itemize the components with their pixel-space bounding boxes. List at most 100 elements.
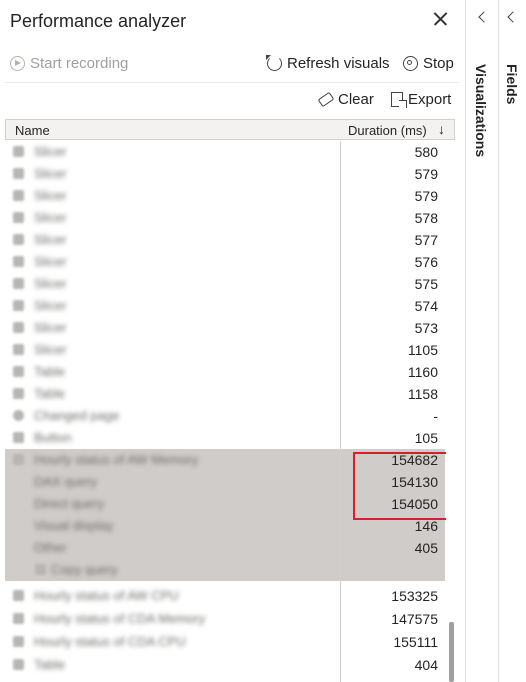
row-duration: 1160 [407,364,438,380]
table-row[interactable]: Slicer 1105 [5,339,445,361]
export-icon [391,92,407,108]
row-name: Slicer [34,166,67,181]
row-duration: 147575 [391,611,438,627]
table-row-selected[interactable]: Other 405 [5,537,445,559]
refresh-icon [266,55,282,71]
row-duration: 153325 [391,588,438,604]
copy-query-link[interactable]: Copy query [51,562,117,577]
refresh-visuals-button[interactable]: Refresh visuals [266,55,390,72]
table-row[interactable]: Slicer 573 [5,317,445,339]
toolbar-divider [4,82,460,83]
row-duration: 1158 [407,386,438,402]
table-row[interactable]: Hourly status of CDA Memory 147575 [5,608,445,630]
panel-title: Performance analyzer [10,11,187,31]
page-icon [13,410,24,421]
expand-icon [13,322,24,333]
table-row[interactable]: Changed page - [5,405,445,427]
visualizations-pane-collapsed[interactable]: Visualizations [466,0,499,682]
table-row[interactable]: Slicer 577 [5,229,445,251]
expand-icon [13,388,24,399]
refresh-visuals-label: Refresh visuals [287,55,390,72]
table-row[interactable]: Slicer 579 [5,163,445,185]
table-row[interactable]: Slicer 575 [5,273,445,295]
row-duration: 575 [414,276,438,292]
expand-icon [13,590,24,601]
expand-icon [13,432,24,443]
expand-chevron-icon[interactable] [478,11,490,23]
start-recording-button[interactable]: Start recording [10,55,128,72]
row-name: Visual display [34,518,114,533]
table-row[interactable]: Hourly status of AW CPU 153325 [5,585,445,607]
scrollbar-track[interactable] [446,141,456,682]
row-duration: 576 [414,254,438,270]
row-name: Direct query [34,496,105,511]
row-name: Slicer [34,254,67,269]
recording-toolbar: Start recording Refresh visuals Stop [0,55,465,77]
row-name: Hourly status of AW Memory [34,452,199,467]
expand-icon [13,613,24,624]
row-name: Slicer [34,210,67,225]
row-name: Table [34,657,66,672]
eraser-icon [317,91,335,108]
copy-icon [35,564,46,575]
row-duration: 580 [414,144,438,160]
sort-descending-icon[interactable]: ↓ [438,121,445,137]
row-name: Slicer [34,320,67,335]
row-name: Slicer [34,144,67,159]
export-label: Export [408,91,452,108]
row-duration: 405 [414,540,438,556]
expand-icon [13,234,24,245]
row-duration: 577 [414,232,438,248]
row-duration: 579 [414,166,438,182]
expand-icon [13,146,24,157]
expand-icon [13,344,24,355]
fields-label[interactable]: Fields [504,64,520,104]
row-duration: 574 [414,298,438,314]
performance-analyzer-pane: Performance analyzer Start recording Ref… [0,0,466,682]
table-row[interactable]: Slicer 576 [5,251,445,273]
fields-pane-collapsed[interactable]: Fields [499,0,526,682]
row-name: Slicer [34,232,67,247]
expand-icon [13,190,24,201]
expand-icon [13,256,24,267]
export-button[interactable]: Export [391,91,451,108]
row-name: DAX query [34,474,97,489]
table-row[interactable]: Button 105 [5,427,445,449]
clear-label: Clear [338,91,374,108]
row-duration: 573 [414,320,438,336]
expand-icon [13,168,24,179]
table-row[interactable]: Slicer 574 [5,295,445,317]
table-row[interactable]: Slicer 580 [5,141,445,163]
record-icon [10,56,25,71]
row-name: Table [34,386,66,401]
table-row[interactable]: Table 1158 [5,383,445,405]
table-row[interactable]: Hourly status of CDA CPU 155111 [5,631,445,653]
results-list: Slicer 580 Slicer 579 Slicer 579 Slicer 578 … [5,141,445,682]
stop-label: Stop [423,55,454,72]
table-header: Name Duration (ms) ↓ [5,119,455,140]
table-row[interactable]: Table 404 [5,654,445,676]
table-row[interactable]: Slicer 578 [5,207,445,229]
row-duration: 578 [414,210,438,226]
clear-button[interactable]: Clear [317,91,374,108]
row-duration: 155111 [393,634,438,650]
stop-icon [403,56,418,71]
row-duration: 1105 [407,342,438,358]
table-row-selected[interactable]: Copy query [5,559,445,581]
visualizations-label[interactable]: Visualizations [473,64,489,157]
close-icon[interactable] [430,8,452,30]
table-row[interactable]: Slicer 579 [5,185,445,207]
stop-button[interactable]: Stop [403,55,454,72]
row-name: Table [34,364,66,379]
expand-icon [13,212,24,223]
name-column-header[interactable]: Name [15,123,50,138]
row-name: Slicer [34,298,67,313]
start-recording-label: Start recording [30,55,129,72]
expand-chevron-icon[interactable] [507,11,519,23]
expand-icon [13,278,24,289]
duration-column-header[interactable]: Duration (ms) [348,123,427,138]
scrollbar-thumb[interactable] [449,622,454,682]
table-row[interactable]: Table 1160 [5,361,445,383]
row-duration: 105 [414,430,438,446]
row-duration: - [433,408,438,424]
